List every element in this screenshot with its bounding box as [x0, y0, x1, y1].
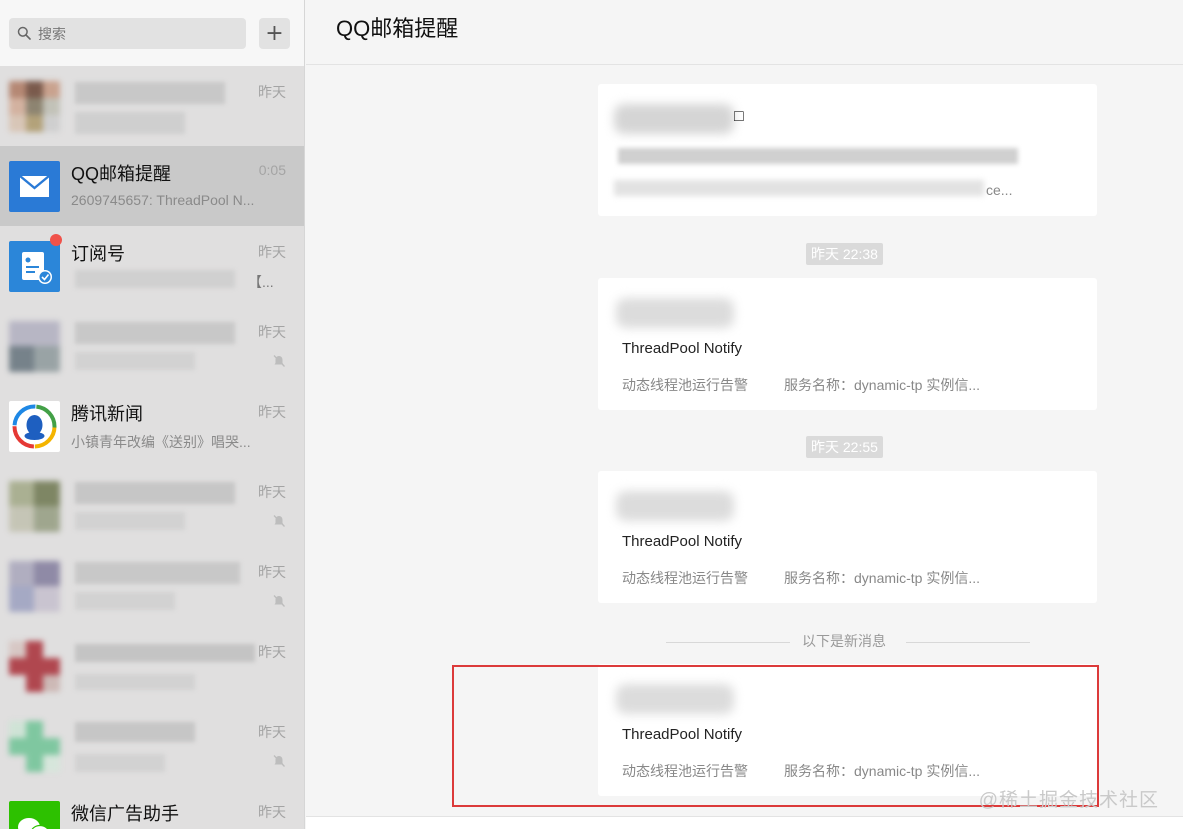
blurred-preview — [75, 512, 185, 530]
card-notify-title: ThreadPool Notify — [622, 340, 743, 357]
chat-time: 昨天 — [258, 804, 286, 820]
message-card[interactable]: □ ce... — [598, 84, 1097, 216]
blurred-title — [75, 722, 195, 742]
new-messages-divider-line — [906, 642, 1030, 643]
chat-item[interactable]: 昨天 — [0, 466, 304, 546]
blurred-line — [618, 148, 1018, 164]
chat-time: 昨天 — [258, 404, 286, 420]
mute-icon — [273, 755, 285, 767]
blurred-preview — [75, 674, 195, 690]
blurred-sender — [616, 491, 734, 521]
chat-item[interactable]: 昨天 — [0, 306, 304, 386]
chat-time: 昨天 — [258, 644, 286, 660]
input-area-edge — [306, 816, 1183, 829]
avatar — [9, 801, 60, 829]
card-row-right: ce... — [986, 182, 1013, 198]
mute-icon — [273, 355, 285, 367]
chat-preview: 【... — [248, 274, 274, 290]
chat-time: 昨天 — [258, 564, 286, 580]
avatar — [9, 241, 60, 292]
chat-preview: 小镇青年改编《送别》唱哭... — [71, 434, 251, 450]
message-card[interactable]: ThreadPool Notify 动态线程池运行告警 服务名称：dynamic-… — [598, 471, 1097, 603]
chat-preview: 2609745657: ThreadPool N... — [71, 192, 255, 208]
card-row: 动态线程池运行告警 服务名称：dynamic-tp 实例信... — [622, 375, 980, 395]
blurred-preview — [75, 592, 175, 610]
chat-header-title: QQ邮箱提醒 — [336, 16, 459, 41]
card-notify-title: ThreadPool Notify — [622, 533, 743, 550]
chat-time: 昨天 — [258, 84, 286, 100]
search-bar: + — [0, 0, 304, 66]
chat-header: QQ邮箱提醒 — [306, 0, 1183, 65]
avatar — [9, 161, 60, 212]
message-timestamp: 昨天 22:38 — [806, 243, 883, 265]
mute-icon — [273, 515, 285, 527]
watermark: @稀土掘金技术社区 — [978, 790, 1159, 811]
avatar — [9, 81, 60, 132]
chat-sidebar: + 昨天 QQ邮箱提醒 2609745657: ThreadPool N... — [0, 0, 305, 829]
chat-item-wechat-ads[interactable]: 微信广告助手 昨天 — [0, 786, 304, 829]
avatar — [9, 401, 60, 452]
chat-item[interactable]: 昨天 — [0, 546, 304, 626]
blurred-line — [614, 180, 984, 196]
tencent-news-icon — [12, 404, 57, 449]
message-card[interactable]: ThreadPool Notify 动态线程池运行告警 服务名称：dynamic-… — [598, 278, 1097, 410]
blurred-title — [75, 322, 235, 344]
chat-title: QQ邮箱提醒 — [71, 164, 172, 184]
subscription-icon — [22, 252, 52, 284]
mute-icon — [273, 595, 285, 607]
avatar — [9, 481, 60, 532]
chat-title: 订阅号 — [71, 244, 125, 264]
message-timestamp: 昨天 22:55 — [806, 436, 883, 458]
chat-item[interactable]: 昨天 — [0, 626, 304, 706]
avatar — [9, 561, 60, 612]
blurred-title — [75, 82, 225, 104]
search-box[interactable] — [9, 18, 246, 49]
card-row-left: 动态线程池运行告警 — [622, 377, 748, 393]
chat-item-subscriptions[interactable]: 订阅号 【... 昨天 — [0, 226, 304, 306]
avatar — [9, 321, 60, 372]
chat-main-panel: QQ邮箱提醒 □ ce... 昨天 22:38 ThreadPool Notif… — [306, 0, 1183, 829]
chat-time: 昨天 — [258, 324, 286, 340]
chat-item[interactable]: 昨天 — [0, 706, 304, 786]
chat-item-tencent-news[interactable]: 腾讯新闻 小镇青年改编《送别》唱哭... 昨天 — [0, 386, 304, 466]
blurred-title — [75, 482, 235, 504]
chat-title: 腾讯新闻 — [71, 404, 143, 424]
blurred-preview — [75, 352, 195, 370]
avatar — [9, 641, 60, 692]
card-row: 动态线程池运行告警 服务名称：dynamic-tp 实例信... — [622, 568, 980, 588]
blurred-sender — [616, 298, 734, 328]
chat-title: 微信广告助手 — [71, 804, 179, 824]
blurred-preview — [75, 270, 235, 288]
add-button[interactable]: + — [259, 18, 290, 49]
search-input[interactable] — [38, 18, 238, 49]
blurred-title — [75, 562, 240, 584]
new-messages-divider: 以下是新消息 — [802, 633, 886, 649]
avatar — [9, 721, 60, 772]
chat-time: 昨天 — [258, 244, 286, 260]
card-row-right: 服务名称：dynamic-tp 实例信... — [784, 377, 981, 393]
card-row-left: 动态线程池运行告警 — [622, 570, 748, 586]
card-row-right: 服务名称：dynamic-tp 实例信... — [784, 570, 981, 586]
chat-time: 昨天 — [258, 724, 286, 740]
blurred-preview — [75, 112, 185, 134]
chat-time: 0:05 — [258, 162, 286, 178]
chat-item-qq-mail[interactable]: QQ邮箱提醒 2609745657: ThreadPool N... 0:05 — [0, 146, 304, 226]
blurred-title — [75, 644, 255, 662]
blurred-title — [614, 104, 734, 134]
title-fragment: □ — [734, 108, 744, 125]
new-messages-divider-line — [666, 642, 790, 643]
chat-item[interactable]: 昨天 — [0, 66, 304, 146]
unread-badge — [50, 234, 62, 246]
search-icon — [17, 26, 31, 40]
blurred-preview — [75, 754, 165, 772]
chat-time: 昨天 — [258, 484, 286, 500]
wechat-icon — [18, 818, 49, 829]
mail-icon — [19, 175, 50, 197]
